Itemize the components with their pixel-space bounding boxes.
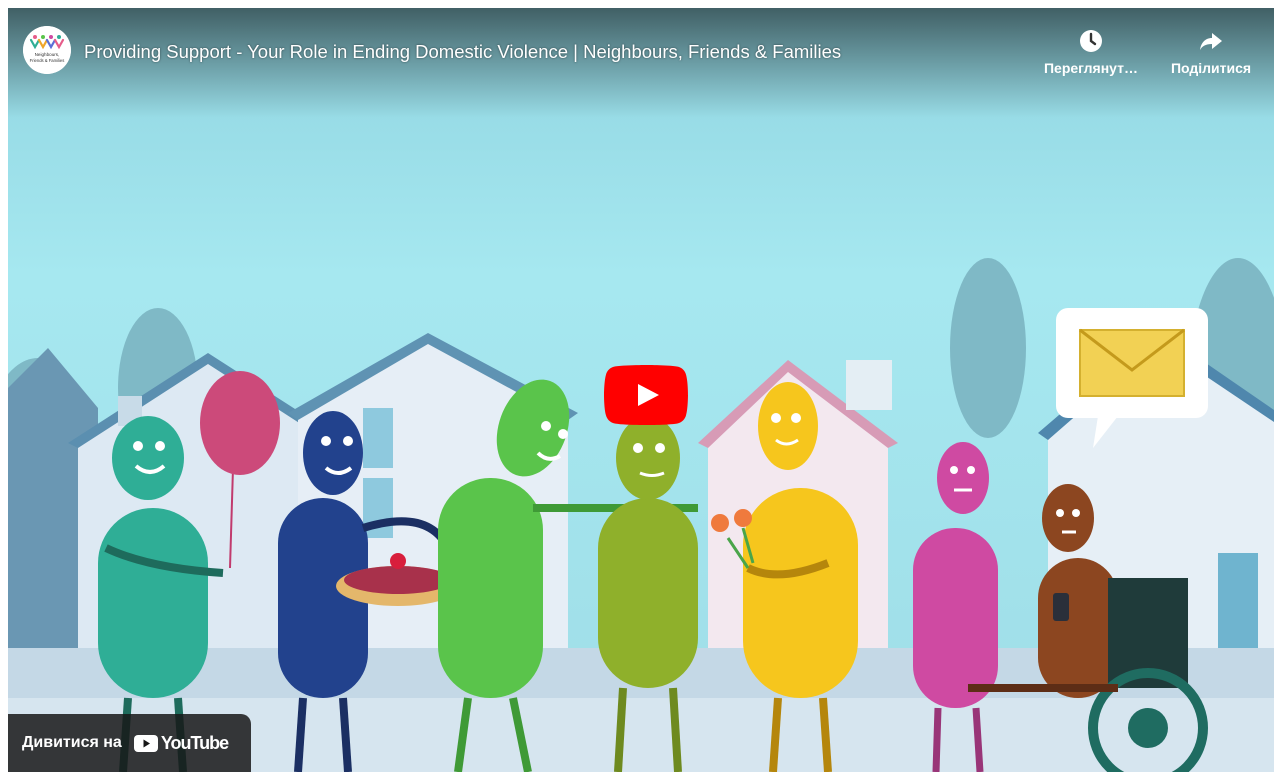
avatar-text-line2: Friends & Families [30,58,65,63]
clock-icon [1080,30,1102,52]
video-player[interactable]: Neighbours, Friends & Families Providing… [8,8,1274,772]
watch-on-label: Дивитися на [22,734,122,751]
share-button[interactable]: Поділитися [1161,28,1261,76]
share-arrow-icon [1200,33,1222,50]
youtube-logo: YouTube [133,732,229,754]
watch-later-button[interactable]: Переглянут… [1041,28,1141,76]
youtube-wordmark: YouTube [160,732,229,753]
people-logo-icon: Neighbours, Friends & Families [23,26,71,74]
video-title[interactable]: Providing Support - Your Role in Ending … [84,40,841,64]
play-button[interactable] [604,365,688,425]
avatar-text-line1: Neighbours, [35,52,60,57]
share-label: Поділитися [1170,60,1252,76]
channel-avatar[interactable]: Neighbours, Friends & Families [23,26,71,74]
watch-on-youtube-button[interactable]: Дивитися на YouTube [8,714,251,772]
watch-later-label: Переглянут… [1043,60,1138,76]
youtube-logo-icon [133,734,158,752]
